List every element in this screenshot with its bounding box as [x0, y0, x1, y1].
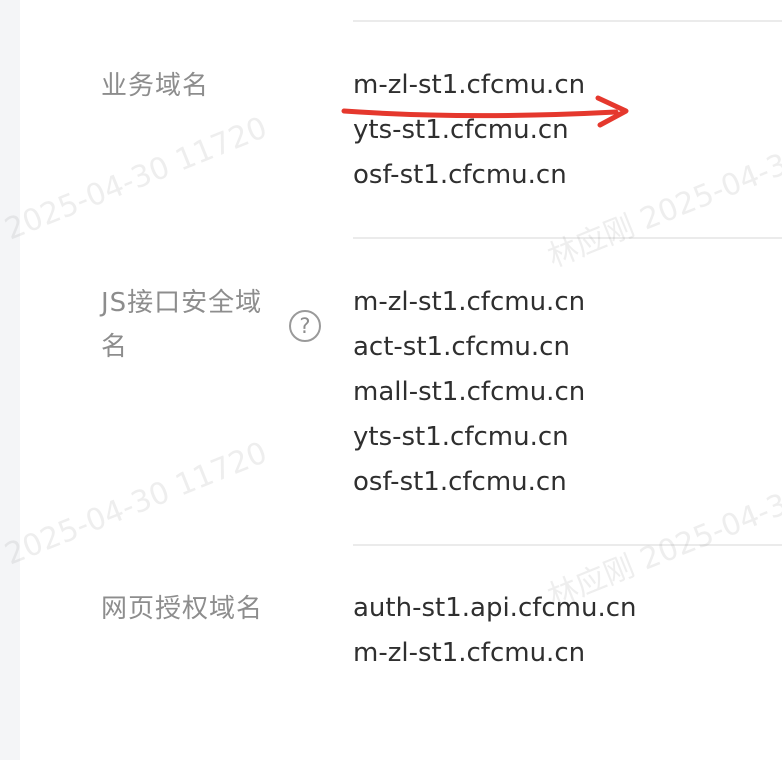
section-divider: [353, 544, 782, 546]
js-security-domain-label: JS接口安全域名: [101, 288, 263, 362]
domain-item: osf-st1.cfcmu.cn: [353, 160, 567, 190]
domain-item: act-st1.cfcmu.cn: [353, 332, 570, 362]
domain-item: m-zl-st1.cfcmu.cn: [353, 638, 586, 668]
section-divider: [353, 237, 782, 239]
red-arrow-icon: [341, 95, 629, 128]
domain-item: yts-st1.cfcmu.cn: [353, 422, 569, 452]
domain-item: osf-st1.cfcmu.cn: [353, 467, 567, 497]
watermark-text: 2025-04-30 11720: [0, 435, 273, 573]
domain-item: auth-st1.api.cfcmu.cn: [353, 593, 637, 623]
watermark-text: 2025-04-30 11720: [0, 110, 273, 248]
business-domain-label: 业务域名: [101, 71, 210, 101]
domain-settings-page: 业务域名 m-zl-st1.cfcmu.cn yts-st1.cfcmu.cn …: [0, 0, 782, 760]
js-security-domain-list: m-zl-st1.cfcmu.cn act-st1.cfcmu.cn mall-…: [353, 280, 585, 505]
web-auth-domain-label: 网页授权域名: [101, 594, 264, 624]
left-rail: [0, 0, 20, 760]
help-icon[interactable]: ?: [289, 310, 321, 342]
section-divider-top: [353, 20, 782, 22]
web-auth-domain-list: auth-st1.api.cfcmu.cn m-zl-st1.cfcmu.cn: [353, 586, 637, 676]
domain-item: m-zl-st1.cfcmu.cn: [353, 287, 586, 317]
domain-item: mall-st1.cfcmu.cn: [353, 377, 586, 407]
